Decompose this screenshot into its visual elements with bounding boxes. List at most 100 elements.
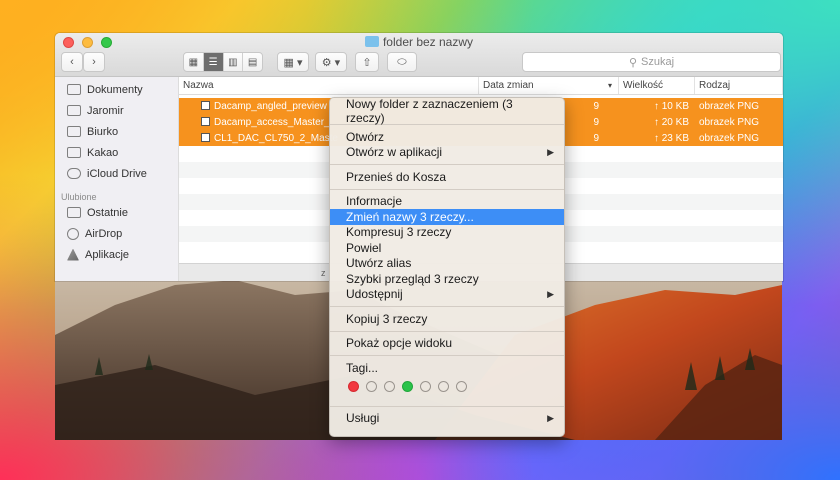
menu-item-info[interactable]: Informacje <box>330 194 564 210</box>
menu-separator <box>330 405 564 407</box>
column-header-kind[interactable]: Rodzaj <box>695 77 783 94</box>
menu-item-open[interactable]: Otwórz <box>330 129 564 145</box>
submenu-arrow-icon: ▶ <box>547 412 554 423</box>
menu-separator <box>330 330 564 332</box>
list-view-button[interactable]: ☰ <box>203 53 224 71</box>
sidebar-heading-favorites: Ulubione <box>61 192 97 202</box>
action-button[interactable]: ⚙ ▾ <box>315 52 347 72</box>
sidebar-item-label: Aplikacje <box>85 248 130 261</box>
forward-button[interactable]: › <box>83 52 105 72</box>
file-name: Dacamp_access_Master_ <box>214 116 330 128</box>
menu-item-label: Otwórz w aplikacji <box>346 145 443 160</box>
sidebar-item-label: Jaromir <box>87 104 124 117</box>
menu-item-tags[interactable]: Tagi... <box>330 360 564 376</box>
back-button[interactable]: ‹ <box>61 52 83 72</box>
file-name: Dacamp_angled_preview <box>214 100 327 112</box>
window-title: folder bez nazwy <box>55 35 783 49</box>
folder-icon <box>67 105 81 116</box>
applications-icon <box>67 248 79 261</box>
view-mode-group: ▦ ☰ ▥ ▤ <box>183 52 263 72</box>
share-icon: ⇧ <box>362 56 372 69</box>
arrange-button[interactable]: ▦ ▾ <box>277 52 309 72</box>
tag-purple-icon[interactable] <box>438 381 449 392</box>
menu-separator <box>330 188 564 190</box>
file-size: ↑ 23 KB <box>653 132 689 144</box>
share-button[interactable]: ⇧ <box>355 52 379 72</box>
chevron-down-icon: ▾ <box>607 81 612 90</box>
gear-icon: ⚙ ▾ <box>321 56 341 69</box>
image-file-icon <box>201 132 210 142</box>
airdrop-icon <box>67 227 79 240</box>
chevron-left-icon: ‹ <box>70 56 74 68</box>
image-file-icon <box>201 116 210 126</box>
tag-yellow-icon[interactable] <box>384 381 395 392</box>
menu-item-copy[interactable]: Kopiuj 3 rzeczy <box>330 311 564 327</box>
sidebar-item-biurko[interactable]: Biurko <box>55 121 178 142</box>
column-header-size[interactable]: Wielkość <box>619 77 695 94</box>
menu-item-compress[interactable]: Kompresuj 3 rzeczy <box>330 225 564 241</box>
menu-separator <box>330 355 564 356</box>
submenu-arrow-icon: ▶ <box>547 146 554 157</box>
sidebar-item-dokumenty[interactable]: Dokumenty <box>55 79 178 100</box>
file-name: CL1_DAC_CL750_2_Maste <box>214 132 338 144</box>
file-size: ↑ 20 KB <box>653 116 689 128</box>
sidebar: Dokumenty Jaromir Biurko Kakao iCloud Dr… <box>55 77 179 281</box>
sidebar-item-icloud-drive[interactable]: iCloud Drive <box>55 163 178 184</box>
column-header-date-label: Data zmian <box>483 80 534 91</box>
file-kind: obrazek PNG <box>699 100 760 112</box>
submenu-arrow-icon: ▶ <box>547 288 554 299</box>
sidebar-item-airdrop[interactable]: AirDrop <box>55 223 178 244</box>
sidebar-item-aplikacje[interactable]: Aplikacje <box>55 244 178 265</box>
list-header: Nazwa Data zmian ▾ Wielkość Rodzaj <box>179 77 783 95</box>
search-placeholder: Szukaj <box>641 56 675 68</box>
sidebar-item-jaromir[interactable]: Jaromir <box>55 100 178 121</box>
sidebar-item-kakao[interactable]: Kakao <box>55 142 178 163</box>
menu-separator <box>330 306 564 307</box>
menu-item-alias[interactable]: Utwórz alias <box>330 256 564 272</box>
sidebar-item-label: iCloud Drive <box>87 167 147 180</box>
tag-color-picker <box>330 376 564 398</box>
sidebar-item-label: Dokumenty <box>87 83 143 96</box>
gallery-view-button[interactable]: ▤ <box>243 53 262 71</box>
sidebar-item-ostatnie[interactable]: Ostatnie <box>55 202 178 223</box>
column-header-date[interactable]: Data zmian ▾ <box>479 77 619 94</box>
search-field[interactable]: ⚲ Szukaj <box>522 52 781 72</box>
column-header-name[interactable]: Nazwa <box>179 77 479 94</box>
menu-item-share[interactable]: Udostępnij ▶ <box>330 287 564 303</box>
tag-red-icon[interactable] <box>348 381 359 392</box>
chevron-right-icon: › <box>92 56 96 68</box>
file-size: ↑ 10 KB <box>653 100 689 112</box>
menu-item-new-folder[interactable]: Nowy folder z zaznaczeniem (3 rzeczy) <box>330 97 564 125</box>
menu-item-label: Usługi <box>346 411 380 426</box>
sidebar-item-label: Ostatnie <box>87 206 128 219</box>
recents-icon <box>67 207 81 218</box>
tag-icon: ⬭ <box>397 55 407 68</box>
tag-green-icon[interactable] <box>402 381 413 392</box>
grid-icon: ▦ ▾ <box>283 56 303 69</box>
file-kind: obrazek PNG <box>699 132 760 144</box>
menu-item-view-options[interactable]: Pokaż opcje widoku <box>330 336 564 352</box>
tag-gray-icon[interactable] <box>456 381 467 392</box>
menu-item-trash[interactable]: Przenieś do Kosza <box>330 169 564 185</box>
menu-item-open-with[interactable]: Otwórz w aplikacji ▶ <box>330 145 564 161</box>
tag-blue-icon[interactable] <box>420 381 431 392</box>
menu-separator <box>330 164 564 165</box>
icon-view-button[interactable]: ▦ <box>184 53 204 71</box>
documents-icon <box>67 84 81 95</box>
menu-item-duplicate[interactable]: Powiel <box>330 240 564 256</box>
menu-item-rename[interactable]: Zmień nazwy 3 rzeczy... <box>330 209 564 225</box>
search-icon: ⚲ <box>628 56 638 69</box>
menu-item-services[interactable]: Usługi ▶ <box>330 411 564 427</box>
title-bar: folder bez nazwy ‹ › ▦ ☰ ▥ ▤ ▦ ▾ ⚙ ▾ ⇧ ⬭… <box>55 33 783 77</box>
menu-item-quicklook[interactable]: Szybki przegląd 3 rzeczy <box>330 271 564 287</box>
column-view-button[interactable]: ▥ <box>224 53 244 71</box>
window-title-text: folder bez nazwy <box>382 35 474 49</box>
status-text: z <box>321 267 326 278</box>
context-menu: Nowy folder z zaznaczeniem (3 rzeczy) Ot… <box>329 97 565 437</box>
tag-orange-icon[interactable] <box>366 381 377 392</box>
cloud-icon <box>67 168 81 179</box>
image-file-icon <box>201 100 210 110</box>
tags-button[interactable]: ⬭ <box>387 52 417 72</box>
sidebar-item-label: AirDrop <box>85 227 123 240</box>
folder-icon <box>67 147 81 158</box>
